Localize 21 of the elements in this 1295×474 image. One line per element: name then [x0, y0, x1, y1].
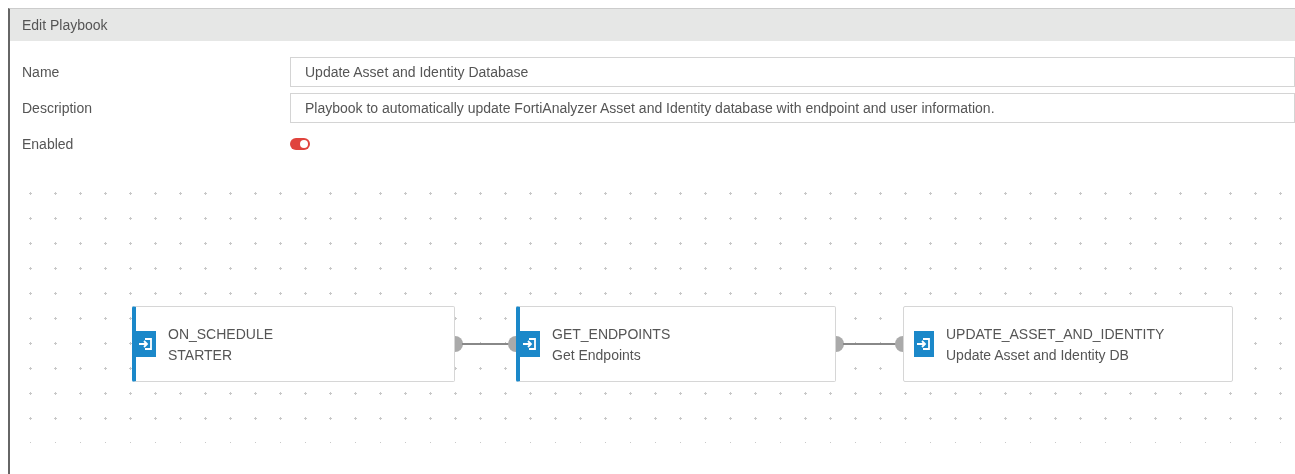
enabled-toggle[interactable] — [290, 138, 310, 150]
field-label: Enabled — [22, 136, 75, 152]
node-subtitle: Update Asset and Identity DB — [946, 346, 1130, 363]
playbook-node[interactable]: GET_ENDPOINTS Get Endpoints — [516, 306, 836, 382]
enter-icon — [520, 331, 540, 357]
text-field[interactable]: Playbook to automatically update FortiAnalyzer Asset and Identity database with endpoint and user information. — [290, 93, 1295, 123]
connector-line — [836, 336, 903, 352]
text-field[interactable]: Update Asset and Identity Database — [290, 57, 1295, 87]
playbook-node[interactable]: ON_SCHEDULE STARTER — [132, 306, 455, 382]
enter-icon — [136, 331, 156, 357]
connector-line — [455, 336, 516, 352]
node-subtitle: Get Endpoints — [552, 346, 642, 363]
field-label: Name — [22, 64, 61, 80]
node-title: GET_ENDPOINTS — [552, 325, 671, 342]
enter-icon — [914, 331, 934, 357]
node-title: UPDATE_ASSET_AND_IDENTITY — [946, 325, 1165, 342]
window-title: Edit Playbook — [22, 17, 108, 33]
field-label: Description — [22, 100, 94, 116]
node-title: ON_SCHEDULE — [168, 325, 274, 342]
node-subtitle: STARTER — [168, 346, 234, 363]
playbook-node[interactable]: UPDATE_ASSET_AND_IDENTITY Update Asset and Identity DB — [903, 306, 1233, 382]
